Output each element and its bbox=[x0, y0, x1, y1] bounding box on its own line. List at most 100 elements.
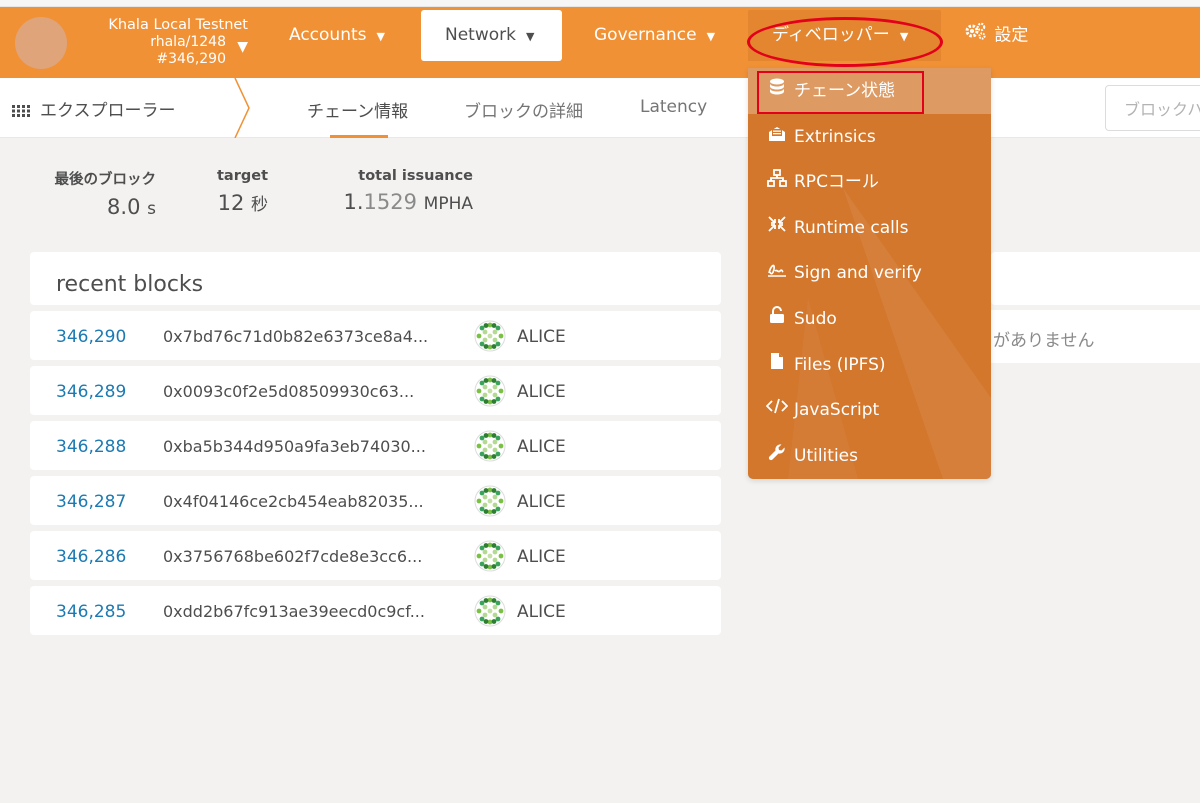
block-hash: 0xdd2b67fc913ae39eecd0c9cf... bbox=[163, 602, 425, 621]
menu-item-label: RPCコール bbox=[794, 172, 879, 193]
menu-item-label: Sudo bbox=[794, 309, 837, 329]
block-hash: 0x7bd76c71d0b82e6373ce8a4... bbox=[163, 327, 429, 346]
chevron-down-icon: ▼ bbox=[899, 30, 909, 43]
menu-item-signature[interactable]: Sign and verify bbox=[766, 253, 986, 293]
tab-block-details[interactable]: ブロックの詳細 bbox=[464, 97, 583, 122]
stat-last-block-unit: s bbox=[147, 199, 156, 219]
block-author[interactable]: ALICE bbox=[517, 437, 566, 457]
block-author[interactable]: ALICE bbox=[517, 547, 566, 567]
block-search-input[interactable]: ブロックハッシュ bbox=[1105, 85, 1200, 131]
block-number-link[interactable]: 346,285 bbox=[56, 602, 126, 622]
chevron-down-icon: ▼ bbox=[706, 30, 716, 43]
block-number-link[interactable]: 346,289 bbox=[56, 382, 126, 402]
stat-target-value: 12 bbox=[217, 191, 245, 215]
table-row: 346,286 0x3756768be602f7cde8e3cc6... ALICE bbox=[30, 531, 721, 580]
best-block-number: #346,290 bbox=[156, 51, 226, 67]
grid-icon bbox=[12, 105, 30, 117]
block-hash: 0xba5b344d950a9fa3eb74030... bbox=[163, 437, 426, 456]
breadcrumb-separator bbox=[234, 78, 250, 138]
menu-item-label: Files (IPFS) bbox=[794, 354, 886, 375]
table-row: 346,288 0xba5b344d950a9fa3eb74030... ALICE bbox=[30, 421, 721, 470]
menu-item-code[interactable]: JavaScript bbox=[765, 390, 986, 430]
chain-name: Khala Local Testnet bbox=[108, 17, 248, 33]
author-identicon[interactable] bbox=[474, 595, 506, 627]
stat-target-unit: 秒 bbox=[251, 195, 268, 215]
events-empty-text: がありません bbox=[993, 331, 1095, 351]
tab-latency[interactable]: Latency bbox=[640, 97, 707, 117]
chain-logo[interactable] bbox=[15, 17, 67, 69]
block-author[interactable]: ALICE bbox=[517, 327, 566, 347]
stat-issuance-frac: 1529 bbox=[363, 190, 417, 214]
annotation-box bbox=[757, 71, 924, 114]
menu-item-label: Runtime calls bbox=[794, 217, 909, 238]
code-icon bbox=[765, 390, 789, 430]
block-number-link[interactable]: 346,290 bbox=[56, 327, 126, 347]
compress-icon bbox=[766, 208, 788, 248]
table-row: 346,289 0x0093c0f2e5d08509930c63... ALICE bbox=[30, 366, 721, 415]
stat-last-block-label: 最後のブロック bbox=[54, 172, 157, 188]
network-icon bbox=[766, 162, 788, 202]
block-author[interactable]: ALICE bbox=[517, 492, 566, 512]
stat-target-label: target bbox=[216, 168, 268, 184]
chevron-down-icon: ▼ bbox=[525, 30, 535, 43]
nav-accounts-label: Accounts bbox=[289, 25, 367, 45]
nav-developer[interactable]: ディベロッパー ▼ bbox=[748, 10, 941, 61]
chevron-down-icon: ▼ bbox=[376, 30, 385, 43]
signature-icon bbox=[766, 253, 788, 293]
sub-navigation: エクスプローラー チェーン情報 ブロックの詳細 Latency bbox=[0, 78, 1200, 138]
stat-target: target 12 秒 bbox=[200, 168, 268, 215]
nav-accounts[interactable]: Accounts ▼ bbox=[265, 10, 409, 61]
menu-item-unlock[interactable]: Sudo bbox=[766, 299, 986, 339]
table-row: 346,290 0x7bd76c71d0b82e6373ce8a4... ALICE bbox=[30, 311, 721, 360]
menu-item-compress[interactable]: Runtime calls bbox=[766, 208, 986, 248]
menu-item-envelope-open[interactable]: Extrinsics bbox=[766, 117, 986, 157]
author-identicon[interactable] bbox=[474, 320, 506, 352]
tab-chain-info[interactable]: チェーン情報 bbox=[307, 97, 408, 122]
chevron-down-icon: ▼ bbox=[237, 39, 248, 55]
stat-last-block: 最後のブロック 8.0 s bbox=[44, 168, 157, 219]
author-identicon[interactable] bbox=[474, 540, 506, 572]
nav-network[interactable]: Network ▼ bbox=[421, 10, 562, 61]
unlock-icon bbox=[766, 299, 788, 339]
stat-last-block-value: 8.0 bbox=[107, 195, 141, 219]
chain-selector[interactable]: Khala Local Testnet rhala/1248 #346,290 … bbox=[78, 17, 248, 68]
stat-issuance-label: total issuance bbox=[358, 168, 473, 184]
block-number-link[interactable]: 346,288 bbox=[56, 437, 126, 457]
author-identicon[interactable] bbox=[474, 430, 506, 462]
events-header bbox=[991, 252, 1200, 305]
runtime-version: rhala/1248 bbox=[150, 34, 226, 50]
table-row: 346,287 0x4f04146ce2cb454eab82035... ALICE bbox=[30, 476, 721, 525]
menu-item-network[interactable]: RPCコール bbox=[766, 162, 986, 202]
block-number-link[interactable]: 346,287 bbox=[56, 492, 126, 512]
explorer-section-label: エクスプローラー bbox=[40, 101, 176, 121]
stat-issuance-int: 1. bbox=[343, 190, 364, 214]
recent-blocks-header: recent blocks bbox=[30, 252, 721, 305]
menu-item-file[interactable]: Files (IPFS) bbox=[766, 345, 986, 385]
block-hash: 0x0093c0f2e5d08509930c63... bbox=[163, 382, 415, 401]
menu-item-label: Sign and verify bbox=[794, 263, 922, 284]
nav-settings[interactable]: 設定 bbox=[941, 10, 1052, 61]
wrench-icon bbox=[766, 436, 788, 476]
nav-governance-label: Governance bbox=[594, 25, 697, 45]
menu-item-wrench[interactable]: Utilities bbox=[766, 436, 986, 476]
menu-item-label: Utilities bbox=[794, 445, 858, 466]
stat-total-issuance: total issuance 1.1529 MPHA bbox=[320, 168, 473, 214]
block-author[interactable]: ALICE bbox=[517, 382, 566, 402]
browser-edge bbox=[0, 0, 1200, 7]
table-row: 346,285 0xdd2b67fc913ae39eecd0c9cf... ALIC… bbox=[30, 586, 721, 635]
gears-icon bbox=[965, 10, 989, 61]
explorer-section[interactable]: エクスプローラー bbox=[12, 96, 176, 121]
block-author[interactable]: ALICE bbox=[517, 602, 566, 622]
menu-item-label: Extrinsics bbox=[794, 126, 876, 147]
developer-dropdown-menu: チェーン状態 Extrinsics RPCコール Runtime calls Sign … bbox=[748, 68, 991, 479]
envelope-open-icon bbox=[766, 117, 788, 157]
nav-developer-label: ディベロッパー bbox=[772, 25, 890, 45]
block-number-link[interactable]: 346,286 bbox=[56, 547, 126, 567]
stat-issuance-unit: MPHA bbox=[423, 194, 473, 214]
events-empty: がありません bbox=[991, 310, 1200, 363]
menu-item-label: JavaScript bbox=[794, 400, 880, 421]
block-hash: 0x4f04146ce2cb454eab82035... bbox=[163, 492, 424, 511]
nav-governance[interactable]: Governance ▼ bbox=[570, 10, 739, 61]
author-identicon[interactable] bbox=[474, 485, 506, 517]
author-identicon[interactable] bbox=[474, 375, 506, 407]
